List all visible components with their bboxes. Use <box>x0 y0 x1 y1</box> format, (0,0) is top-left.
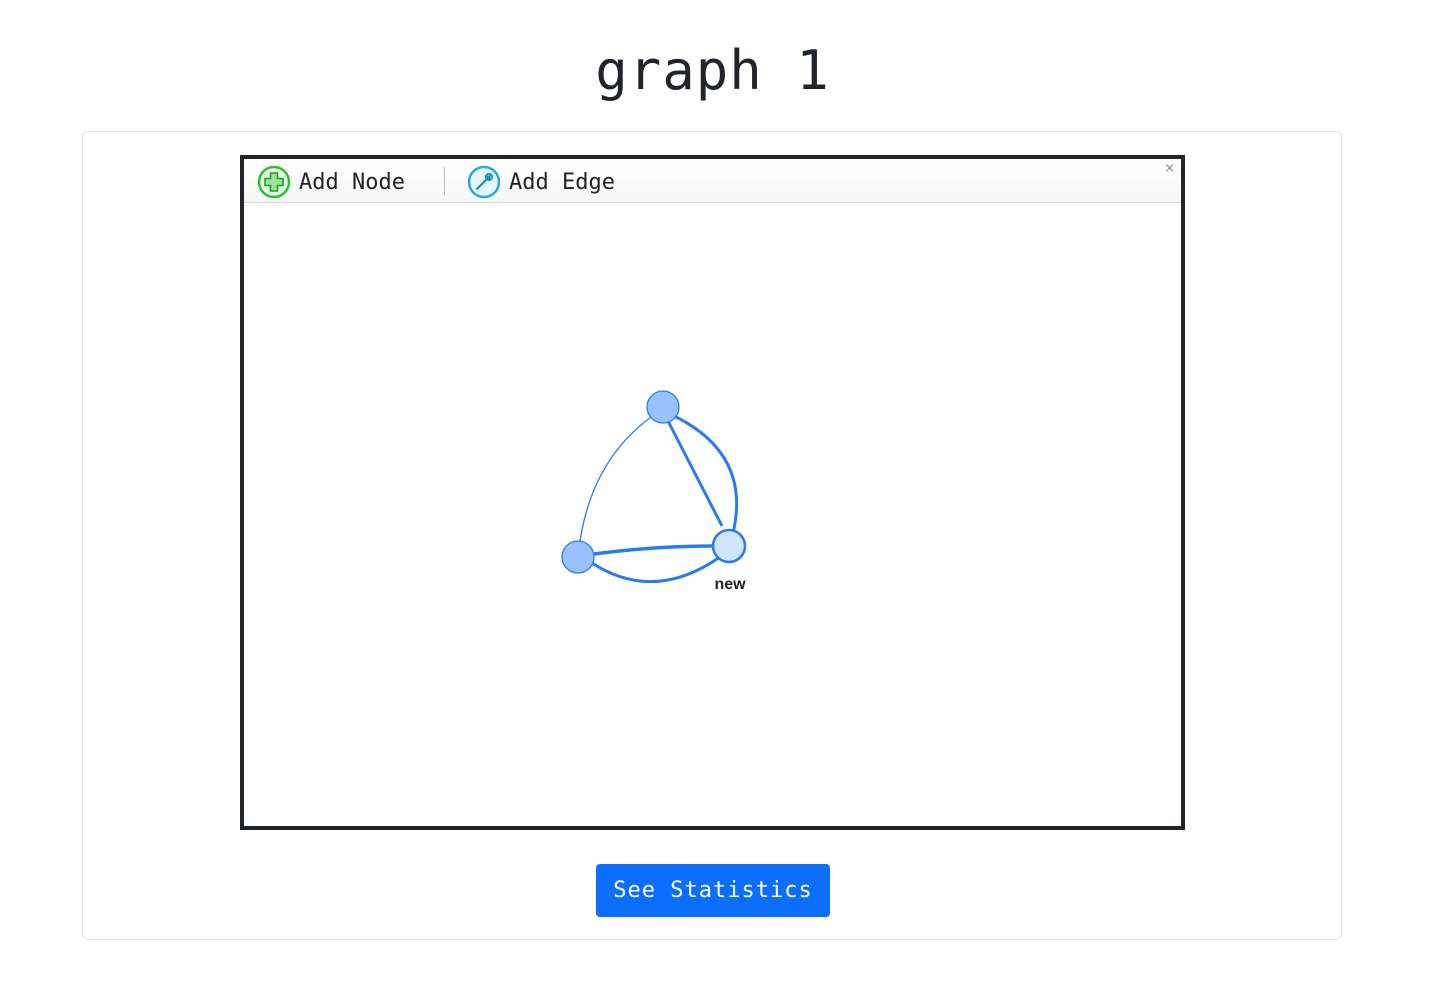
add-node-label: Add Node <box>299 169 405 195</box>
add-node-icon <box>257 165 291 199</box>
page-title: graph 1 <box>595 39 830 102</box>
graph-edge[interactable] <box>591 555 721 584</box>
add-edge-icon <box>467 165 501 199</box>
add-edge-button[interactable]: Add Edge <box>467 165 615 199</box>
graph-node[interactable] <box>646 390 680 424</box>
toolbar-separator <box>444 167 445 195</box>
graph-node-selected[interactable] <box>711 528 747 564</box>
see-statistics-button[interactable]: See Statistics <box>596 864 830 917</box>
graph-svg: new <box>561 390 747 593</box>
graph-editor: Add Node Add Edge × new <box>240 155 1185 830</box>
graph-edge[interactable] <box>593 544 714 556</box>
graph-edge[interactable] <box>671 413 739 534</box>
graph-toolbar: Add Node Add Edge × <box>244 159 1181 203</box>
graph-node[interactable] <box>561 540 595 574</box>
graph-edge[interactable] <box>577 412 658 557</box>
add-edge-label: Add Edge <box>509 169 615 195</box>
add-node-button[interactable]: Add Node <box>257 165 405 199</box>
graph-node-label: new <box>714 576 746 593</box>
graph-canvas[interactable]: new <box>244 203 1181 826</box>
close-icon[interactable]: × <box>1164 161 1175 177</box>
graph-edge[interactable] <box>666 420 724 527</box>
